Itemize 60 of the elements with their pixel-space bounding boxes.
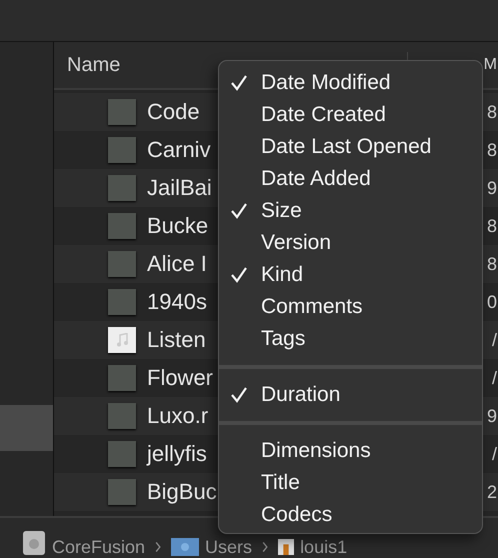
file-name: BigBuc	[147, 479, 217, 505]
table-cell: 0	[486, 292, 497, 312]
video-thumbnail	[108, 99, 136, 125]
table-cell: 8	[486, 140, 497, 160]
video-thumbnail	[108, 365, 136, 391]
video-thumbnail	[108, 403, 136, 429]
chevron-icon	[155, 542, 162, 552]
menu-item[interactable]: Duration	[219, 379, 482, 411]
table-cell: /	[492, 368, 497, 388]
menu-item[interactable]: Size	[219, 195, 482, 227]
path-item[interactable]: CoreFusion	[52, 538, 146, 556]
menu-item[interactable]: Version	[219, 227, 482, 259]
menu-item[interactable]: Codecs	[219, 499, 482, 531]
video-thumbnail	[108, 175, 136, 201]
user-folder-icon	[171, 536, 200, 556]
video-thumbnail	[108, 213, 136, 239]
file-name: jellyfis	[147, 441, 207, 467]
table-cell: 8	[486, 102, 497, 122]
file-name: Luxo.r	[147, 403, 208, 429]
table-cell: 8	[486, 254, 497, 274]
checkmark-icon	[230, 267, 248, 283]
table-cell: 8	[486, 216, 497, 236]
path-item[interactable]: Users	[205, 538, 252, 556]
checkmark-icon	[230, 75, 248, 91]
file-name: Alice I	[147, 251, 207, 277]
sidebar-item[interactable]	[0, 405, 53, 451]
checkmark-icon	[230, 203, 248, 219]
file-name: Bucke	[147, 213, 208, 239]
video-thumbnail	[108, 137, 136, 163]
table-cell: /	[492, 444, 497, 464]
path-item[interactable]: louis1	[300, 538, 348, 556]
menu-item[interactable]: Date Last Opened	[219, 131, 482, 163]
video-thumbnail	[108, 289, 136, 315]
menu-item[interactable]: Date Created	[219, 99, 482, 131]
file-name: Flower	[147, 365, 214, 391]
table-cell: 9	[486, 178, 497, 198]
menu-item[interactable]: Dimensions	[219, 435, 482, 467]
menu-item[interactable]: Title	[219, 467, 482, 499]
menu-item[interactable]: Date Modified	[219, 67, 482, 99]
menu-item[interactable]: Tags	[219, 323, 482, 355]
table-cell: 2	[486, 482, 497, 502]
table-cell: 9	[486, 406, 497, 426]
column-heading[interactable]: M	[484, 56, 497, 74]
file-name: Listen	[147, 327, 206, 353]
file-name: JailBai	[147, 175, 212, 201]
home-folder-icon	[278, 538, 294, 556]
file-name: Code	[147, 99, 200, 125]
file-name: 1940s	[147, 289, 207, 315]
menu-item[interactable]: Date Added	[219, 163, 482, 195]
video-thumbnail	[108, 441, 136, 467]
file-name: Carniv	[147, 137, 211, 163]
audio-file-icon	[108, 327, 136, 353]
menu-item[interactable]: Kind	[219, 259, 482, 291]
video-thumbnail	[108, 479, 136, 505]
hard-drive-icon	[22, 530, 46, 556]
menu-item[interactable]: Comments	[219, 291, 482, 323]
chevron-icon	[262, 542, 268, 552]
video-thumbnail	[108, 251, 136, 277]
checkmark-icon	[230, 387, 248, 403]
table-cell: /	[492, 330, 497, 350]
